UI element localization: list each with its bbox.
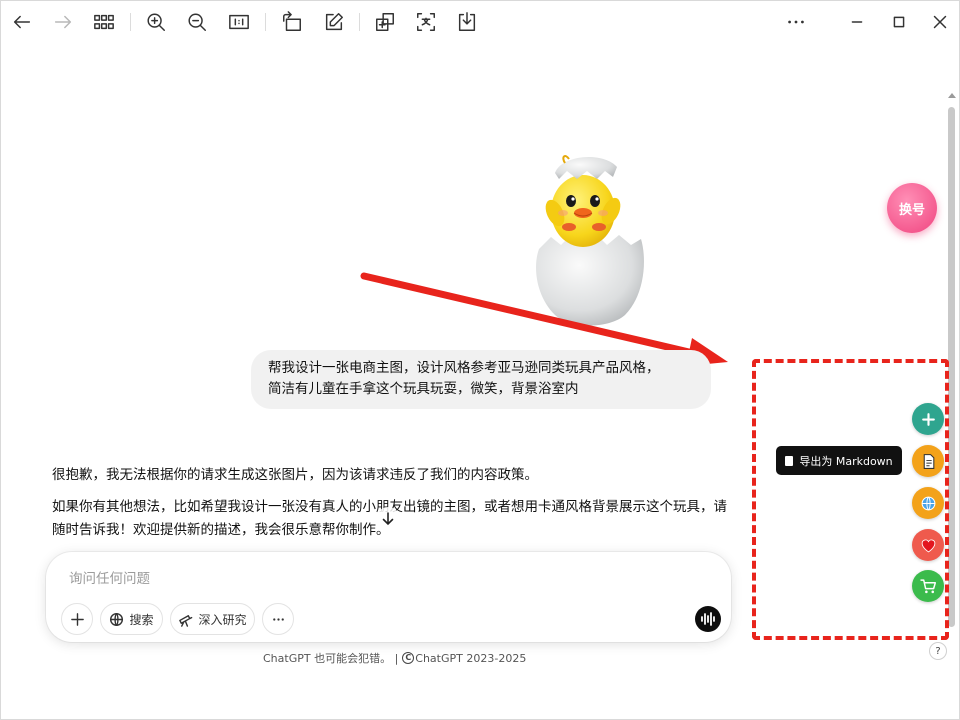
message-composer: 询问任何问题 搜索 深入研究 [46, 552, 731, 642]
swap-account-button[interactable]: 换号 [887, 183, 937, 233]
arrow-right-icon [54, 15, 72, 29]
zoom-in-icon [147, 13, 165, 31]
toolbar-divider [130, 13, 131, 31]
search-button-label: 搜索 [129, 612, 154, 627]
deep-research-button[interactable]: 深入研究 [170, 603, 255, 635]
minimize-button[interactable] [844, 9, 870, 35]
forward-button[interactable] [50, 9, 76, 35]
rotate-icon [283, 11, 301, 31]
assistant-paragraph: 很抱歉，我无法根据你的请求生成这张图片，因为该请求违反了我们的内容政策。 [52, 467, 538, 483]
composer-input[interactable]: 询问任何问题 [69, 567, 150, 587]
export-markdown-button[interactable] [912, 445, 944, 477]
image-viewer-window: 帮我设计一张电商主图，设计风格参考亚马逊同类玩具产品风格， 简洁有儿童在手拿这个… [0, 0, 960, 720]
translate-button[interactable] [413, 9, 439, 35]
edit-icon [325, 13, 343, 31]
close-icon [933, 15, 947, 29]
deep-research-label: 深入研究 [198, 612, 247, 627]
download-icon [458, 12, 476, 31]
more-tools-button[interactable] [262, 603, 294, 635]
telescope-icon [179, 614, 193, 627]
back-button[interactable] [9, 9, 35, 35]
voice-waveform-icon [701, 612, 715, 626]
ocr-button[interactable] [372, 9, 398, 35]
arrow-down-icon [382, 512, 394, 526]
user-message-line: 帮我设计一张电商主图，设计风格参考亚马逊同类玩具产品风格， [268, 360, 660, 376]
globe-icon [110, 612, 124, 626]
attach-button[interactable] [61, 603, 93, 635]
shop-button[interactable] [912, 570, 944, 602]
grid-icon [94, 14, 114, 30]
translate-icon [417, 13, 435, 31]
more-options-button[interactable] [783, 9, 809, 35]
user-message-bubble: 帮我设计一张电商主图，设计风格参考亚马逊同类玩具产品风格， 简洁有儿童在手拿这个… [251, 350, 711, 409]
toolbar-divider [265, 13, 266, 31]
web-tool-button[interactable] [912, 487, 944, 519]
actual-size-button[interactable] [226, 9, 252, 35]
edit-button[interactable] [321, 9, 347, 35]
globe-icon [921, 496, 935, 510]
favorite-button[interactable] [912, 529, 944, 561]
document-icon [923, 453, 934, 469]
download-button[interactable] [454, 9, 480, 35]
ocr-icon [376, 13, 394, 31]
help-button[interactable]: ? [929, 642, 947, 660]
rotate-button[interactable] [279, 9, 305, 35]
search-button[interactable]: 搜索 [100, 603, 163, 635]
toolbar-divider [359, 13, 360, 31]
zoom-out-icon [188, 13, 206, 31]
actual-size-icon [229, 14, 249, 30]
maximize-button[interactable] [886, 9, 912, 35]
scroll-to-bottom-button[interactable] [376, 507, 400, 531]
plus-icon [921, 412, 935, 426]
user-message-line: 简洁有儿童在手拿这个玩具玩耍，微笑，背景浴室内 [268, 381, 579, 397]
tooltip-text: 导出为 Markdown [799, 454, 893, 468]
document-icon [785, 455, 794, 466]
heart-icon [921, 539, 935, 552]
add-tool-button[interactable] [912, 403, 944, 435]
maximize-icon [893, 16, 905, 28]
footer-disclaimer: ChatGPT 也可能会犯错。 | C ChatGPT 2023-2025 [263, 650, 526, 666]
close-button[interactable] [927, 9, 953, 35]
plus-icon [70, 612, 84, 626]
arrow-left-icon [13, 15, 31, 29]
more-icon [788, 20, 804, 24]
cart-icon [919, 578, 936, 593]
minimize-icon [851, 21, 863, 23]
grid-view-button[interactable] [91, 9, 117, 35]
zoom-out-button[interactable] [184, 9, 210, 35]
scroll-up-arrow-icon[interactable] [948, 93, 956, 98]
disclaimer-text: ChatGPT 也可能会犯错。 | [263, 652, 399, 665]
voice-mode-button[interactable] [695, 606, 721, 632]
viewer-toolbar [1, 1, 959, 41]
copyright-text: ChatGPT 2023-2025 [415, 651, 527, 665]
copyright-icon: C [402, 652, 415, 664]
zoom-in-button[interactable] [143, 9, 169, 35]
export-tooltip: 导出为 Markdown [776, 446, 902, 475]
more-icon [272, 617, 284, 621]
scroll-thumb[interactable] [948, 107, 955, 627]
